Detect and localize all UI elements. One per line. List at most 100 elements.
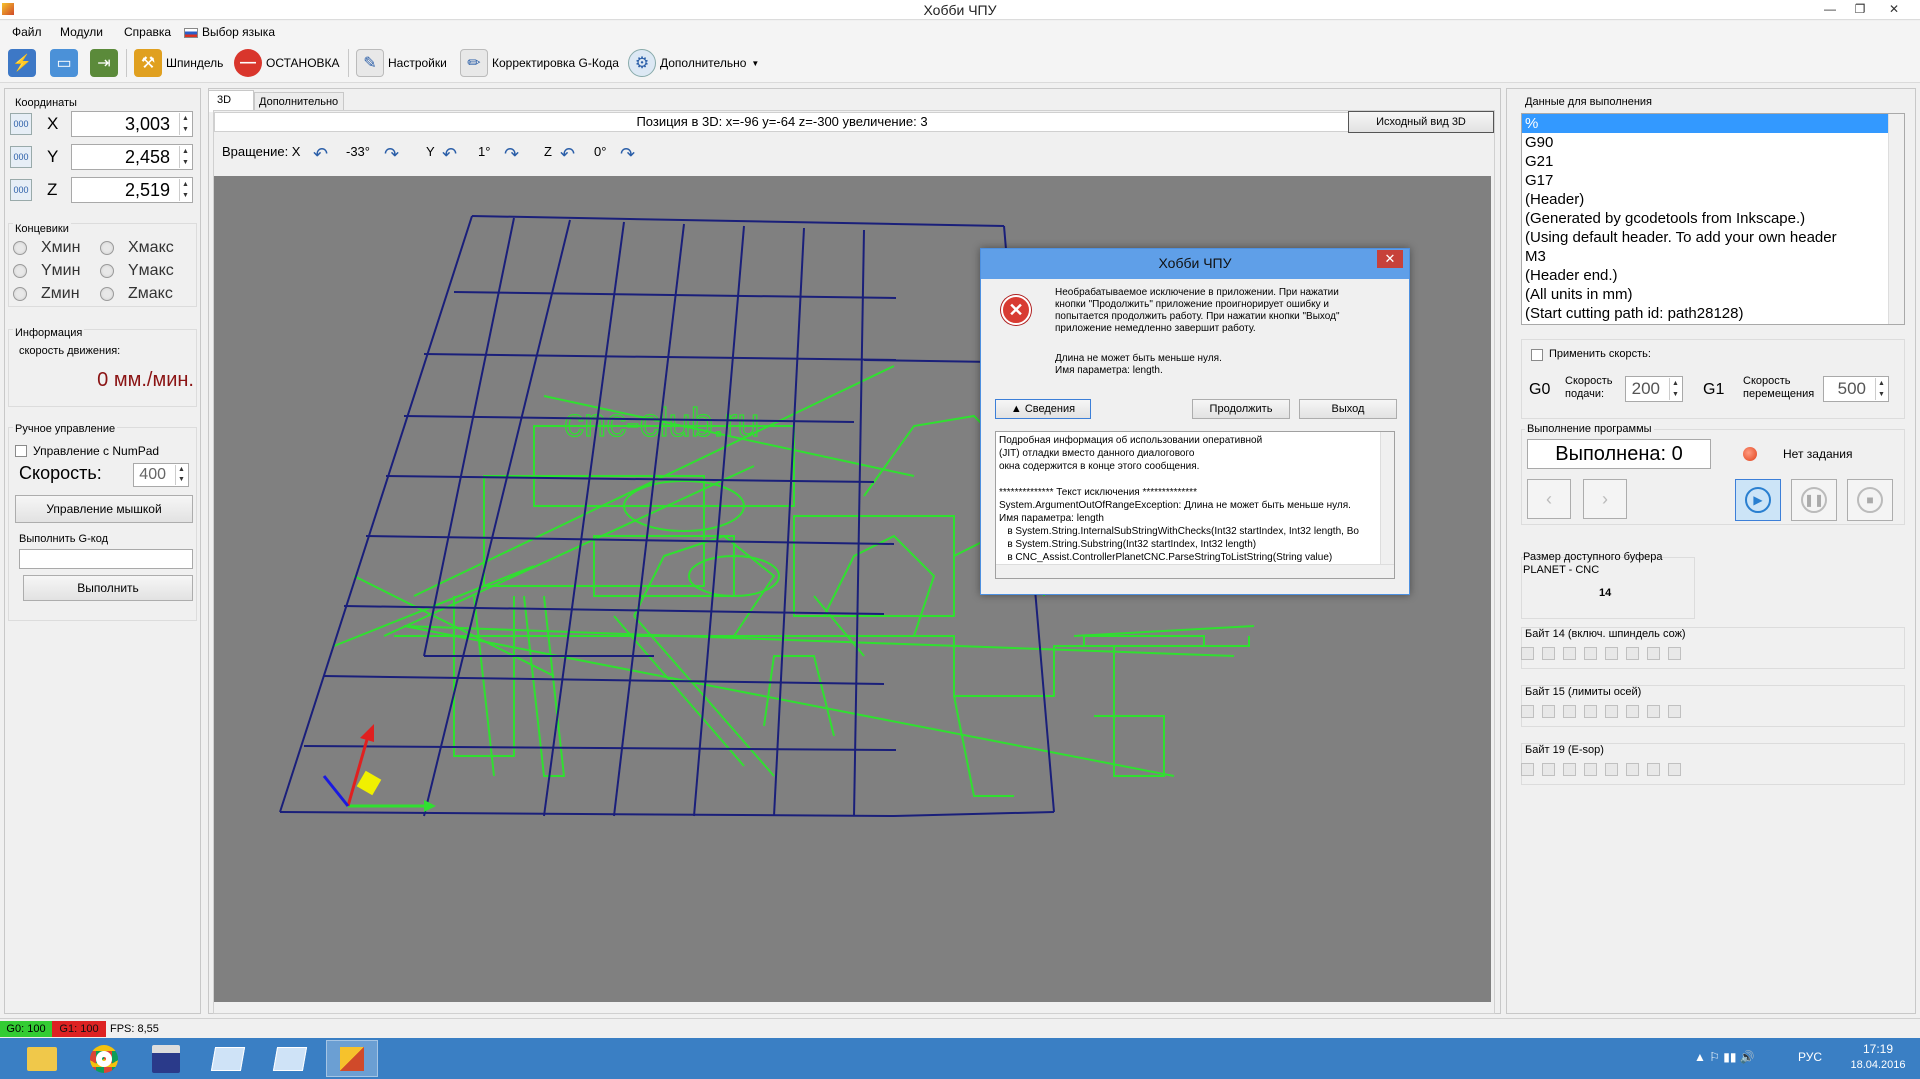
spindle-label: Шпиндель: [166, 56, 224, 70]
program-line[interactable]: M3: [1522, 247, 1904, 266]
tray-icons[interactable]: ▲ ⚐ ▮▮ 🔊: [1694, 1050, 1755, 1064]
program-line[interactable]: G90: [1522, 133, 1904, 152]
move-field[interactable]: 500 ▲ ▼: [1823, 376, 1889, 402]
bit-cell: [1605, 763, 1618, 776]
manual-speed-spinner[interactable]: ▲ ▼: [175, 465, 187, 485]
menu-modules[interactable]: Модули: [60, 25, 103, 39]
tab-extra[interactable]: Дополнительно: [254, 92, 344, 112]
rotate-x-cw-icon[interactable]: ↷: [384, 144, 399, 165]
rotate-y-ccw-icon[interactable]: ↶: [442, 144, 457, 165]
maximize-icon[interactable]: ❐: [1846, 0, 1874, 20]
clock-time[interactable]: 17:19: [1848, 1042, 1908, 1056]
left-panel: Координаты 000 X 3,003 ▲ ▼ 000 Y 2,458 ▲ ▼ 0…: [4, 88, 201, 1014]
export-button[interactable]: ⇥: [90, 47, 122, 79]
details-text: Подробная информация об использовании оп…: [999, 435, 1359, 563]
close-icon[interactable]: ✕: [1880, 0, 1908, 20]
numpad-checkbox[interactable]: [15, 445, 27, 457]
x-spinner[interactable]: ▲ ▼: [179, 113, 191, 135]
ymin-label: Yмин: [41, 262, 81, 279]
stop-program-button[interactable]: ■: [1847, 479, 1893, 521]
coords-label: Координаты: [13, 97, 79, 109]
xmin-label: Хмин: [41, 239, 81, 256]
clock-date[interactable]: 18.04.2016: [1840, 1059, 1916, 1071]
rotate-z-cw-icon[interactable]: ↷: [620, 144, 635, 165]
mouse-control-button[interactable]: Управление мышкой: [15, 495, 193, 523]
exit-button[interactable]: Выход: [1299, 399, 1397, 419]
program-scrollbar[interactable]: [1888, 114, 1904, 324]
save-app-icon[interactable]: [140, 1040, 192, 1077]
rotate-x-ccw-icon[interactable]: ↶: [313, 144, 328, 165]
rotate-y-cw-icon[interactable]: ↷: [504, 144, 519, 165]
xmax-label: Хмакс: [128, 239, 174, 256]
pause-button[interactable]: ❚❚: [1791, 479, 1837, 521]
y-spinner[interactable]: ▲ ▼: [179, 146, 191, 168]
bit-cell: [1668, 763, 1681, 776]
explorer-icon[interactable]: [16, 1040, 68, 1077]
run-gcode-button[interactable]: Выполнить: [23, 575, 193, 601]
settings-button[interactable]: ✎ Настройки: [356, 47, 447, 79]
ymax-label: Yмакс: [128, 262, 174, 279]
y-rot-label: Y: [426, 144, 435, 159]
spindle-button[interactable]: ⚒ Шпиндель: [134, 47, 223, 79]
x-field[interactable]: 3,003 ▲ ▼: [71, 111, 193, 137]
feed-value: 200: [1631, 379, 1660, 398]
minimize-icon[interactable]: —: [1816, 0, 1844, 20]
apply-speed-checkbox[interactable]: [1531, 349, 1543, 361]
xmin-indicator: [13, 241, 27, 255]
rotate-z-ccw-icon[interactable]: ↶: [560, 144, 575, 165]
chrome-icon[interactable]: [78, 1040, 130, 1077]
reset-view-button[interactable]: Исходный вид 3D: [1348, 111, 1494, 133]
gcode-input[interactable]: [19, 549, 193, 569]
next-step-button[interactable]: ›: [1583, 479, 1627, 519]
open-button[interactable]: ▭: [50, 47, 82, 79]
z-field[interactable]: 2,519 ▲ ▼: [71, 177, 193, 203]
executed-count: Выполнена: 0: [1527, 439, 1711, 469]
program-line[interactable]: %: [1522, 114, 1904, 133]
program-line[interactable]: (Using default header. To add your own h…: [1522, 228, 1904, 247]
extra-button[interactable]: ⚙ Дополнительно ▼: [628, 47, 759, 79]
stop-icon: —: [234, 49, 262, 77]
gcode-edit-button[interactable]: ✏ Корректировка G-Кода: [460, 47, 619, 79]
program-line[interactable]: (Start cutting path id: path28128): [1522, 304, 1904, 323]
program-line[interactable]: G17: [1522, 171, 1904, 190]
zero-x-button[interactable]: 000: [10, 113, 32, 135]
pencil-icon: ✏: [460, 49, 488, 77]
program-listbox[interactable]: % G90 G21 G17 (Header) (Generated by gcodetoo…: [1521, 113, 1905, 325]
program-line[interactable]: (Generated by gcodetools from Inkscape.): [1522, 209, 1904, 228]
stop-button[interactable]: — ОСТАНОВКА: [234, 47, 340, 79]
dialog-close-button[interactable]: ✕: [1377, 250, 1403, 268]
zero-z-button[interactable]: 000: [10, 179, 32, 201]
speed-value: 0 мм./мин.: [97, 369, 194, 391]
details-hscroll[interactable]: [996, 564, 1394, 578]
menu-file[interactable]: Файл: [12, 25, 42, 39]
details-vscroll[interactable]: [1380, 432, 1394, 566]
manual-speed-field[interactable]: 400 ▲ ▼: [133, 463, 189, 487]
program-line[interactable]: G21: [1522, 152, 1904, 171]
program-line[interactable]: (Header end.): [1522, 266, 1904, 285]
z-label: Z: [47, 180, 58, 199]
app-window-icon[interactable]: [202, 1040, 254, 1077]
move-spinner[interactable]: ▲ ▼: [1875, 378, 1887, 400]
move-value: 500: [1837, 379, 1866, 398]
y-field[interactable]: 2,458 ▲ ▼: [71, 144, 193, 170]
menu-language[interactable]: Выбор языка: [202, 25, 275, 39]
prev-step-button[interactable]: ‹: [1527, 479, 1571, 519]
g0-status: G0: 100: [0, 1021, 52, 1037]
continue-button[interactable]: Продолжить: [1192, 399, 1290, 419]
feed-field[interactable]: 200 ▲ ▼: [1625, 376, 1683, 402]
menu-help[interactable]: Справка: [124, 25, 171, 39]
program-line[interactable]: (All units in mm): [1522, 285, 1904, 304]
zero-y-button[interactable]: 000: [10, 146, 32, 168]
program-line[interactable]: (Header): [1522, 190, 1904, 209]
details-textbox[interactable]: Подробная информация об использовании оп…: [995, 431, 1395, 579]
language-indicator[interactable]: РУС: [1798, 1050, 1822, 1064]
hobby-cnc-task-icon[interactable]: [326, 1040, 378, 1077]
tab-3d[interactable]: 3D: [208, 90, 254, 112]
connect-button[interactable]: ⚡: [8, 47, 40, 79]
play-button[interactable]: ▶: [1735, 479, 1781, 521]
feed-spinner[interactable]: ▲ ▼: [1669, 378, 1681, 400]
app-window2-icon[interactable]: [264, 1040, 316, 1077]
details-toggle-button[interactable]: ▲ Сведения: [995, 399, 1091, 419]
z-spinner[interactable]: ▲ ▼: [179, 179, 191, 201]
execution-label: Выполнение программы: [1525, 423, 1654, 435]
